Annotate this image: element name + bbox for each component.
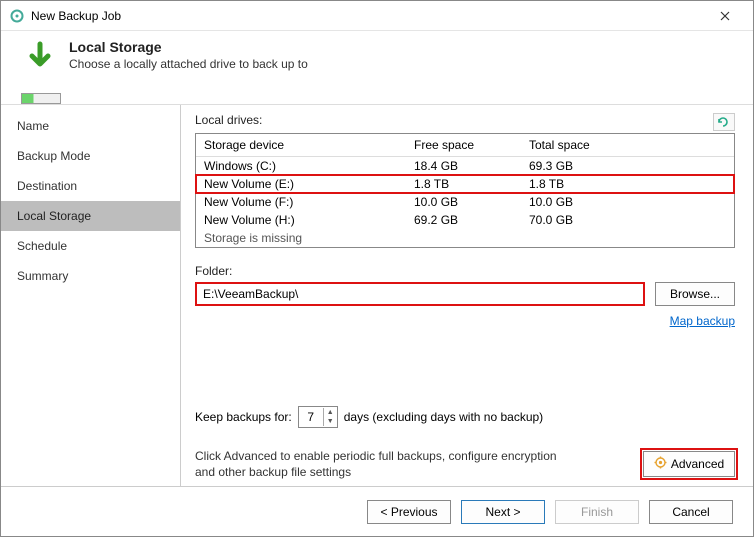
drives-list: Storage device Free space Total space Wi… — [195, 133, 735, 248]
title-bar: New Backup Job — [1, 1, 753, 31]
page-subtitle: Choose a locally attached drive to back … — [69, 57, 308, 71]
drive-row[interactable]: New Volume (H:) 69.2 GB 70.0 GB — [196, 211, 734, 229]
sidebar-item-local-storage[interactable]: Local Storage — [1, 201, 180, 231]
window-title: New Backup Job — [31, 9, 705, 23]
finish-button: Finish — [555, 500, 639, 524]
main-area: Name Backup Mode Destination Local Stora… — [1, 104, 753, 494]
next-button[interactable]: Next > — [461, 500, 545, 524]
keep-suffix: days (excluding days with no backup) — [344, 410, 543, 424]
page-title: Local Storage — [69, 39, 308, 55]
browse-button[interactable]: Browse... — [655, 282, 735, 306]
advanced-button[interactable]: Advanced — [643, 451, 735, 477]
folder-input[interactable] — [195, 282, 645, 306]
col-storage-device[interactable]: Storage device — [196, 134, 406, 157]
keep-backups-row: Keep backups for: ▲ ▼ days (excluding da… — [195, 406, 543, 428]
wizard-footer: < Previous Next > Finish Cancel — [1, 486, 753, 536]
spinner-up-icon[interactable]: ▲ — [324, 408, 337, 417]
refresh-drives-button[interactable] — [713, 113, 735, 131]
sidebar-item-name[interactable]: Name — [1, 111, 180, 141]
cancel-button[interactable]: Cancel — [649, 500, 733, 524]
sidebar-item-destination[interactable]: Destination — [1, 171, 180, 201]
col-free-space[interactable]: Free space — [406, 134, 521, 157]
keep-prefix: Keep backups for: — [195, 410, 292, 424]
content-panel: Local drives: Storage device Free space … — [181, 105, 753, 494]
close-button[interactable] — [705, 2, 745, 30]
folder-label: Folder: — [195, 264, 735, 278]
drive-row-selected[interactable]: New Volume (E:) 1.8 TB 1.8 TB — [196, 175, 734, 193]
sidebar-item-schedule[interactable]: Schedule — [1, 231, 180, 261]
drive-row[interactable]: Windows (C:) 18.4 GB 69.3 GB — [196, 157, 734, 175]
spinner-down-icon[interactable]: ▼ — [324, 417, 337, 426]
sidebar-item-backup-mode[interactable]: Backup Mode — [1, 141, 180, 171]
wizard-sidebar: Name Backup Mode Destination Local Stora… — [1, 105, 181, 494]
drive-usage-indicator — [21, 93, 61, 104]
keep-days-input[interactable] — [299, 410, 323, 424]
previous-button[interactable]: < Previous — [367, 500, 451, 524]
drive-row-missing[interactable]: Storage is missing — [196, 229, 734, 247]
local-storage-icon — [21, 39, 59, 77]
keep-days-spinner[interactable]: ▲ ▼ — [298, 406, 338, 428]
sidebar-item-summary[interactable]: Summary — [1, 261, 180, 291]
map-backup-link[interactable]: Map backup — [670, 314, 735, 328]
advanced-hint-text: Click Advanced to enable periodic full b… — [195, 448, 575, 480]
drives-header: Storage device Free space Total space — [196, 134, 734, 157]
col-total-space[interactable]: Total space — [521, 134, 734, 157]
app-icon — [9, 8, 25, 24]
gear-icon — [654, 456, 667, 472]
header: Local Storage Choose a locally attached … — [1, 31, 753, 89]
local-drives-label: Local drives: — [195, 113, 262, 127]
drive-row[interactable]: New Volume (F:) 10.0 GB 10.0 GB — [196, 193, 734, 211]
